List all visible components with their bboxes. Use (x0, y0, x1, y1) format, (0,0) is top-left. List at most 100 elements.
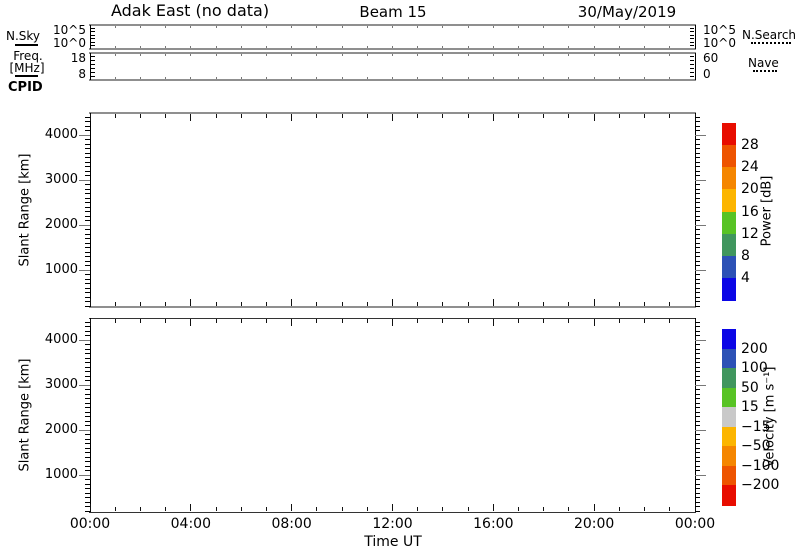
nsky-line-sample (15, 44, 38, 46)
y-minor-tick (695, 402, 700, 404)
x-minor-tick (316, 54, 318, 56)
velocity-colorbar-segment (722, 387, 736, 408)
y-minor-tick (695, 465, 700, 467)
y-minor-tick (85, 197, 90, 199)
y-minor-tick (695, 344, 700, 346)
y-minor-tick (695, 287, 700, 289)
y-minor-tick (695, 353, 700, 355)
x-minor-tick (139, 77, 141, 79)
x-minor-tick (518, 319, 520, 323)
x-minor-tick (366, 114, 368, 118)
y-minor-tick (91, 67, 95, 69)
panel-right-spine (694, 53, 696, 80)
x-minor-tick (165, 46, 167, 48)
y-minor-tick (695, 497, 700, 499)
y-minor-tick (85, 220, 90, 222)
y-minor-tick (85, 121, 90, 123)
x-minor-tick (644, 302, 646, 306)
x-minor-tick (265, 26, 267, 28)
y-minor-tick (695, 283, 700, 285)
power-colorbar-tick-label: 8 (741, 247, 750, 264)
x-minor-tick (240, 46, 242, 48)
power-colorbar-segment (722, 167, 736, 190)
y-minor-tick (695, 242, 700, 244)
y-minor-tick (85, 116, 90, 118)
x-minor-tick (518, 507, 520, 511)
x-minor-tick (114, 319, 116, 323)
y-minor-tick (85, 330, 90, 332)
power-colorbar-segment (722, 123, 736, 146)
y-minor-tick (85, 470, 90, 472)
x-minor-tick (669, 54, 671, 56)
x-minor-tick (341, 114, 343, 118)
velocity-colorbar-tick-label: −200 (741, 477, 780, 494)
x-minor-tick (669, 507, 671, 511)
nsearch-line-sample (751, 42, 791, 44)
x-minor-tick (392, 46, 393, 48)
freq-line-sample (15, 75, 38, 77)
velocity-colorbar-segment (722, 348, 736, 369)
y-minor-tick (85, 425, 90, 427)
x-minor-tick (114, 114, 116, 118)
y-minor-tick (690, 38, 694, 40)
y-minor-tick (690, 34, 694, 36)
x-minor-tick (568, 302, 570, 306)
x-minor-tick (366, 77, 368, 79)
y-minor-tick (85, 287, 90, 289)
x-minor-tick (240, 319, 242, 323)
x-minor-tick (518, 77, 520, 79)
x-minor-tick (417, 319, 419, 323)
x-major-tick (593, 299, 595, 306)
x-minor-tick (593, 54, 595, 56)
y-minor-tick (695, 175, 700, 177)
y-minor-tick (695, 488, 700, 490)
x-minor-tick (392, 54, 393, 56)
y-minor-tick (85, 375, 90, 377)
x-minor-tick (593, 77, 595, 79)
y-minor-tick (85, 357, 90, 359)
y-minor-tick (695, 296, 700, 298)
velocity-colorbar-tick-label: −50 (741, 438, 771, 455)
power-colorbar-tick-label: 20 (741, 181, 759, 198)
x-tick-label: 04:00 (170, 516, 211, 532)
x-minor-tick (618, 77, 620, 79)
x-minor-tick (568, 114, 570, 118)
x-minor-tick (165, 507, 167, 511)
x-minor-tick (316, 319, 318, 323)
y-minor-tick (690, 45, 694, 47)
x-minor-tick (240, 54, 242, 56)
x-minor-tick (442, 114, 444, 118)
y-minor-tick (85, 344, 90, 346)
x-minor-tick (593, 46, 595, 48)
velocity-colorbar-tick-label: 100 (741, 360, 768, 377)
x-major-tick (190, 114, 192, 121)
x-minor-tick (669, 114, 671, 118)
x-minor-tick (417, 54, 419, 56)
x-minor-tick (618, 46, 620, 48)
y-minor-tick (695, 157, 700, 159)
y-minor-tick (695, 274, 700, 276)
x-minor-tick (669, 26, 671, 28)
y-minor-tick (690, 67, 694, 69)
y-minor-tick (91, 31, 95, 33)
x-minor-tick (417, 302, 419, 306)
x-minor-tick (543, 26, 545, 28)
y-minor-tick (695, 452, 700, 454)
y-major-tick (79, 224, 90, 226)
x-major-tick (190, 319, 192, 326)
power-colorbar-tick-label: 12 (741, 225, 759, 242)
x-minor-tick (316, 302, 318, 306)
x-minor-tick (644, 114, 646, 118)
y-tick-label: 10^0 (53, 36, 86, 50)
y-minor-tick (85, 130, 90, 132)
y-major-tick (695, 224, 706, 226)
y-minor-tick (695, 251, 700, 253)
y-minor-tick (85, 260, 90, 262)
y-minor-tick (695, 206, 700, 208)
power-colorbar-tick-label: 16 (741, 203, 759, 220)
x-minor-tick (417, 77, 419, 79)
y-minor-tick (695, 130, 700, 132)
x-minor-tick (492, 46, 494, 48)
x-minor-tick (165, 319, 167, 323)
x-minor-tick (442, 319, 444, 323)
